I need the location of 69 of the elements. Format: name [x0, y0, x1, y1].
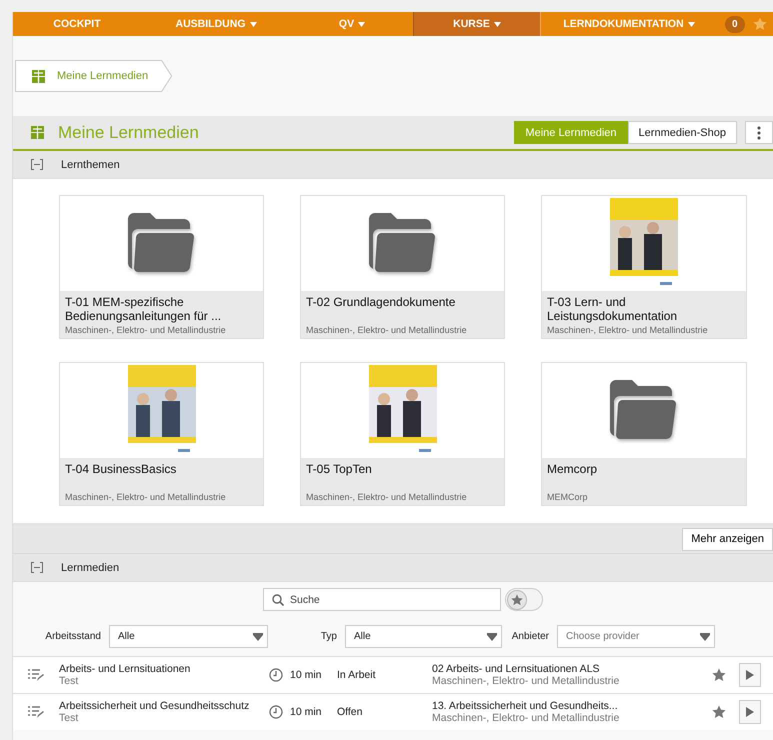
- filter-dropdown[interactable]: Alle: [345, 625, 502, 648]
- topic-card[interactable]: Memcorp MEMCorp: [541, 362, 747, 506]
- play-button[interactable]: [739, 700, 761, 724]
- topic-card[interactable]: T-04 BusinessBasics Maschinen-, Elektro- und Metallindustrie: [59, 362, 264, 506]
- media-row[interactable]: Arbeitssicherheit und Gesundheitsschutz Test 10 min Offen 13. Arbeitssicherheit und Gesundheits... Maschinen-, Elektro- und Metallindustrie: [13, 693, 773, 730]
- vertical-dots-icon: [757, 126, 761, 140]
- show-more-button[interactable]: Mehr anzeigen: [682, 528, 773, 550]
- filter-dropdown[interactable]: Choose provider: [557, 625, 715, 648]
- list-edit-icon: [28, 705, 44, 719]
- filter-dropdown[interactable]: Alle: [109, 625, 268, 648]
- card-subtitle: Maschinen-, Elektro- und Metallindustrie: [306, 492, 468, 502]
- star-icon[interactable]: [712, 668, 726, 682]
- card-subtitle: Maschinen-, Elektro- und Metallindustrie: [65, 492, 227, 502]
- card-subtitle: Maschinen-, Elektro- und Metallindustrie: [547, 325, 709, 335]
- page-title: Meine Lernmedien: [58, 122, 200, 142]
- media-row[interactable]: Arbeits- und Lernsituationen Test 10 min In Arbeit 02 Arbeits- und Lernsituationen ALS Maschinen-, Elektro- und Metallindustrie: [13, 656, 773, 693]
- course-title: 13. Arbeitssicherheit und Gesundheits...: [432, 700, 619, 712]
- notification-badge[interactable]: 0: [725, 16, 745, 32]
- card-subtitle: MEMCorp: [547, 492, 589, 502]
- more-options-button[interactable]: [745, 121, 773, 144]
- nav-menu-item[interactable]: KURSE: [413, 12, 541, 36]
- clock-icon: [269, 705, 283, 719]
- media-icon: [32, 70, 45, 82]
- play-icon: [746, 670, 754, 680]
- clock-icon: [269, 668, 283, 682]
- topic-card[interactable]: T-02 Grundlagendokumente Maschinen-, Elektro- und Metallindustrie: [300, 195, 505, 339]
- play-icon: [746, 707, 754, 717]
- duration-text: 10 min: [290, 669, 323, 681]
- topic-card[interactable]: T-01 MEM-spezifische Bedienungsanleitungen für ... Maschinen-, Elektro- und Metallindustrie: [59, 195, 264, 339]
- list-edit-icon: [28, 668, 44, 682]
- section-title: Lernmedien: [61, 562, 120, 574]
- play-button[interactable]: [739, 663, 761, 687]
- filter-label: Anbieter: [510, 631, 549, 642]
- card-title: T-04 BusinessBasics: [65, 462, 178, 476]
- card-title: T-01 MEM-spezifische Bedienungsanleitungen für ...: [65, 295, 222, 323]
- star-icon[interactable]: [752, 17, 767, 31]
- media-icon: [31, 126, 44, 139]
- card-title: T-03 Lern- und Leistungsdokumentation: [547, 295, 678, 323]
- card-title: Memcorp: [547, 462, 598, 476]
- topic-card[interactable]: T-05 TopTen Maschinen-, Elektro- und Metallindustrie: [300, 362, 505, 506]
- media-subtitle: Test: [59, 712, 80, 724]
- card-subtitle: Maschinen-, Elektro- und Metallindustrie: [65, 325, 227, 335]
- media-subtitle: Test: [59, 675, 80, 687]
- caret-icon: [253, 632, 263, 640]
- card-subtitle: Maschinen-, Elektro- und Metallindustrie: [306, 325, 468, 335]
- favorites-toggle[interactable]: [505, 588, 543, 611]
- search-field[interactable]: Suche: [263, 588, 501, 611]
- collapse-icon[interactable]: [31, 159, 43, 170]
- card-title: T-05 TopTen: [306, 462, 373, 476]
- view-tab[interactable]: Lernmedien-Shop: [628, 121, 737, 144]
- section-title: Lernthemen: [61, 158, 120, 170]
- star-icon[interactable]: [712, 705, 726, 719]
- provider-text: Maschinen-, Elektro- und Metallindustrie: [432, 712, 620, 724]
- card-title: T-02 Grundlagendokumente: [306, 295, 456, 309]
- topic-card[interactable]: T-03 Lern- und Leistungsdokumentation Maschinen-, Elektro- und Metallindustrie: [541, 195, 747, 339]
- duration-text: 10 min: [290, 706, 323, 718]
- status-text: In Arbeit: [337, 669, 377, 681]
- filter-label: Typ: [320, 631, 337, 642]
- media-title: Arbeitssicherheit und Gesundheitsschutz: [59, 700, 250, 712]
- provider-text: Maschinen-, Elektro- und Metallindustrie: [432, 675, 620, 687]
- media-title: Arbeits- und Lernsituationen: [59, 663, 192, 675]
- caret-icon: [700, 632, 710, 640]
- status-text: Offen: [337, 706, 364, 718]
- filter-label: Arbeitsstand: [44, 631, 101, 642]
- star-icon: [511, 594, 523, 606]
- caret-icon: [487, 632, 497, 640]
- collapse-icon[interactable]: [31, 562, 43, 573]
- course-title: 02 Arbeits- und Lernsituationen ALS: [432, 663, 601, 675]
- search-icon: [272, 594, 284, 606]
